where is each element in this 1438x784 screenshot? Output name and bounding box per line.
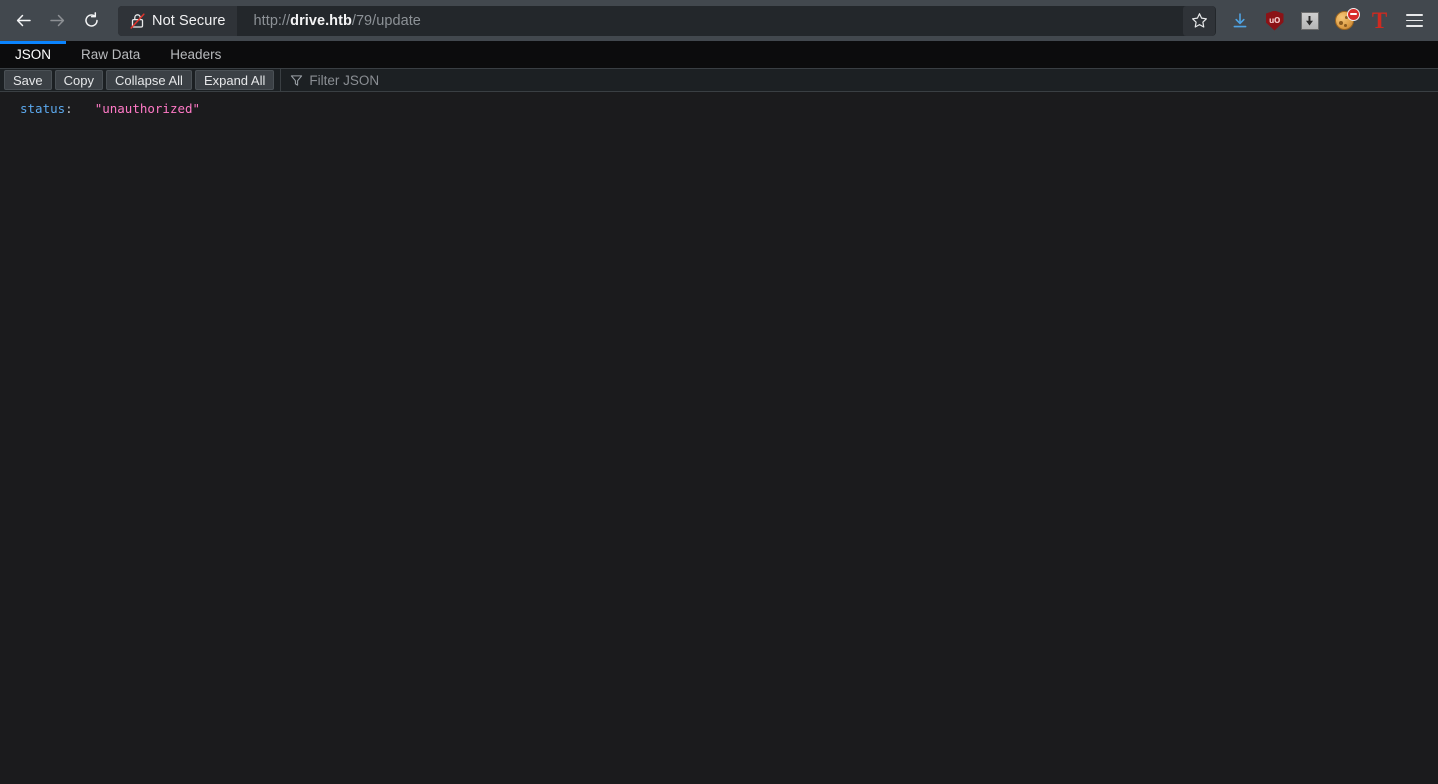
json-content-panel: status: "unauthorized" [0,92,1438,782]
tab-raw-data-label: Raw Data [81,47,141,62]
lock-crossed-icon [130,12,145,29]
arrow-left-icon [16,14,31,27]
site-security-chip[interactable]: Not Secure [118,5,237,36]
url-input[interactable]: http://drive.htb/79/update [237,13,1183,29]
browser-toolbar: Not Secure http://drive.htb/79/update uO [0,0,1438,41]
filter-json-placeholder: Filter JSON [309,72,380,88]
hamburger-menu-icon [1406,14,1423,27]
url-path: /79/update [351,12,421,29]
back-button[interactable] [6,6,40,36]
bookmark-button[interactable] [1183,5,1215,36]
funnel-icon [291,74,303,86]
extension-gray-glyph [1306,15,1313,26]
extension-gray-icon [1300,11,1319,30]
copy-button[interactable]: Copy [54,70,103,90]
tampermonkey-button[interactable]: T [1362,6,1397,36]
extensions-toolbar: uO T [1222,6,1432,36]
ublock-origin-icon: uO [1265,10,1284,31]
collapse-all-button[interactable]: Collapse All [106,70,192,90]
site-security-label: Not Secure [152,12,226,29]
url-scheme: http:// [253,12,291,29]
reload-icon [84,12,98,27]
downloads-button[interactable] [1222,6,1257,36]
tab-json-label: JSON [15,47,52,62]
url-host: drive.htb [290,12,352,29]
address-bar[interactable]: Not Secure http://drive.htb/79/update [118,5,1216,36]
forward-button[interactable] [40,6,74,36]
reload-button[interactable] [74,6,108,36]
block-badge-icon [1347,7,1360,21]
cookie-blocker-button[interactable] [1327,6,1362,36]
expand-all-button[interactable]: Expand All [194,70,275,90]
filter-json-input[interactable]: Filter JSON [280,69,1438,91]
tab-json[interactable]: JSON [0,41,67,68]
extension-gray-button[interactable] [1292,6,1327,36]
json-viewer-tabbar: JSON Raw Data Headers [0,41,1438,68]
ublock-origin-label: uO [1268,15,1281,25]
json-colon: : [65,101,73,116]
tab-headers[interactable]: Headers [155,41,236,68]
ublock-origin-button[interactable]: uO [1257,6,1292,36]
json-viewer-toolbar: Save Copy Collapse All Expand All Filter… [0,68,1438,92]
json-key[interactable]: status [20,100,65,117]
tampermonkey-icon: T [1371,8,1388,33]
tab-raw-data[interactable]: Raw Data [66,41,155,68]
save-button[interactable]: Save [4,70,52,90]
json-value[interactable]: "unauthorized" [73,100,200,117]
download-icon [1233,12,1246,27]
application-menu-button[interactable] [1397,6,1432,36]
json-row: status: "unauthorized" [0,100,1438,117]
arrow-right-icon [49,14,64,27]
tab-headers-label: Headers [170,47,222,62]
star-icon [1191,13,1207,28]
